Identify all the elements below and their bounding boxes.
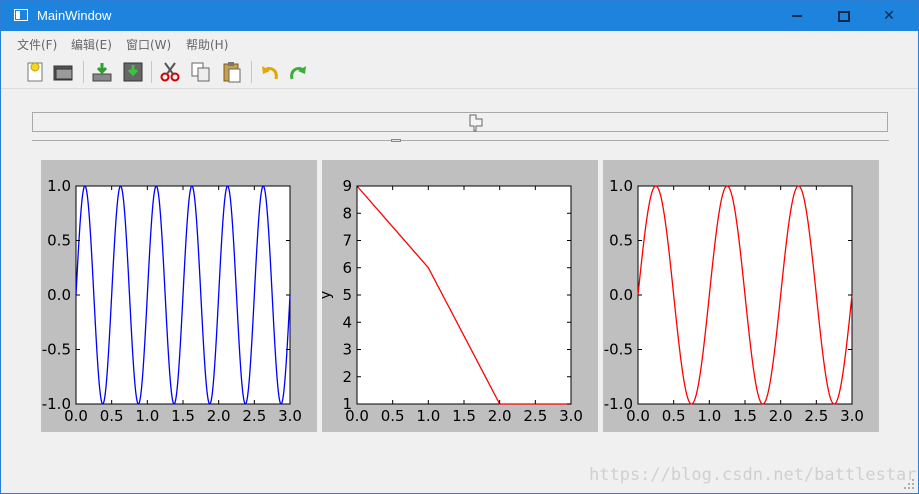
x-tick-label: 1.0	[697, 407, 721, 425]
resize-grip-icon[interactable]	[903, 478, 915, 490]
x-tick-label: 2.5	[523, 407, 547, 425]
x-tick-label: 2.0	[207, 407, 231, 425]
y-tick-label: 7	[342, 232, 352, 250]
figure-canvas-3: 0.0 0.5 1.0 1.5 2.0 2.5 3.0 -1.0 -0.5 0.0 0.5 1.0	[603, 160, 879, 432]
y-tick-label: 0.5	[47, 232, 71, 250]
open-folder-icon[interactable]	[52, 60, 76, 84]
y-tick-label: -0.5	[604, 341, 633, 359]
menu-edit[interactable]: 编辑(E)	[71, 36, 112, 53]
minimize-button[interactable]	[774, 1, 820, 31]
x-tick-label: 3.0	[559, 407, 583, 425]
y-tick-label: 1.0	[47, 177, 71, 195]
horizontal-slider[interactable]	[32, 112, 888, 132]
paste-icon[interactable]	[220, 60, 244, 84]
y-tick-label: 3	[342, 341, 352, 359]
download-icon[interactable]	[90, 60, 114, 84]
y-tick-label: -0.5	[42, 341, 71, 359]
x-tick-label: 1.0	[416, 407, 440, 425]
chart-line-red: 0.00.51.01.52.02.53.0123456789y	[318, 177, 583, 425]
new-file-icon[interactable]	[23, 60, 47, 84]
toolbar-separator	[151, 61, 152, 83]
undo-icon[interactable]	[258, 60, 282, 84]
save-icon[interactable]	[121, 60, 145, 84]
y-axis-label: y	[322, 291, 334, 299]
x-tick-label: 0.5	[100, 407, 124, 425]
title-bar[interactable]: MainWindow	[1, 1, 918, 31]
y-tick-label: 0.0	[47, 286, 71, 304]
x-tick-label: 2.5	[804, 407, 828, 425]
toolbar-separator	[83, 61, 84, 83]
x-tick-label: 2.0	[488, 407, 512, 425]
slider-handle[interactable]	[468, 114, 484, 132]
maximize-button[interactable]	[820, 1, 866, 31]
y-tick-label: 6	[342, 259, 352, 277]
x-tick-label: 2.0	[769, 407, 793, 425]
y-tick-label: 5	[342, 286, 352, 304]
figure-canvas-2: 0.00.51.01.52.02.53.0123456789y	[318, 160, 598, 432]
toolbar-separator	[251, 61, 252, 83]
splitter-line	[32, 140, 889, 141]
splitter-handle[interactable]	[391, 139, 401, 142]
y-tick-label: 2	[342, 368, 352, 386]
chart-sine-red: 0.0 0.5 1.0 1.5 2.0 2.5 3.0-1.0-0.50.00.51.0	[604, 177, 864, 425]
plot-area	[356, 185, 572, 405]
figure-canvas-1: 0.0 0.5 1.0 1.5 2.0 2.5 3.0 -1.0 -0.5 0.0 0.5 1.0	[41, 160, 317, 432]
cut-icon[interactable]	[158, 60, 182, 84]
x-tick-label: 1.5	[733, 407, 757, 425]
watermark-text: https://blog.csdn.net/battlestar	[589, 465, 917, 485]
close-button[interactable]	[866, 1, 912, 31]
menu-window[interactable]: 窗口(W)	[126, 36, 171, 53]
y-tick-label: 0.5	[609, 232, 633, 250]
main-window: MainWindow 文件(F) 编辑(E) 窗口(W) 帮助(H)	[0, 0, 919, 494]
x-tick-label: 3.0	[840, 407, 864, 425]
copy-icon[interactable]	[189, 60, 213, 84]
x-tick-label: 2.5	[242, 407, 266, 425]
x-tick-label: 0.5	[662, 407, 686, 425]
y-tick-label: -1.0	[42, 395, 71, 413]
x-tick-label: 1.0	[135, 407, 159, 425]
y-tick-label: 4	[342, 313, 352, 331]
menu-file[interactable]: 文件(F)	[17, 36, 57, 53]
y-tick-label: 1	[342, 395, 352, 413]
menu-bar: 文件(F) 编辑(E) 窗口(W) 帮助(H)	[1, 32, 918, 55]
toolbar	[1, 56, 918, 89]
y-tick-label: 8	[342, 204, 352, 222]
y-tick-label: -1.0	[604, 395, 633, 413]
menu-help[interactable]: 帮助(H)	[186, 36, 228, 53]
window-title: MainWindow	[37, 8, 112, 23]
chart-sine-blue: 0.0 0.5 1.0 1.5 2.0 2.5 3.0-1.0-0.50.00.51.0	[42, 177, 302, 425]
y-tick-label: 9	[342, 177, 352, 195]
x-tick-label: 0.5	[381, 407, 405, 425]
app-window-icon	[14, 9, 28, 21]
x-tick-label: 1.5	[452, 407, 476, 425]
y-tick-label: 0.0	[609, 286, 633, 304]
x-tick-label: 1.5	[171, 407, 195, 425]
x-tick-label: 3.0	[278, 407, 302, 425]
y-tick-label: 1.0	[609, 177, 633, 195]
redo-icon[interactable]	[286, 60, 310, 84]
